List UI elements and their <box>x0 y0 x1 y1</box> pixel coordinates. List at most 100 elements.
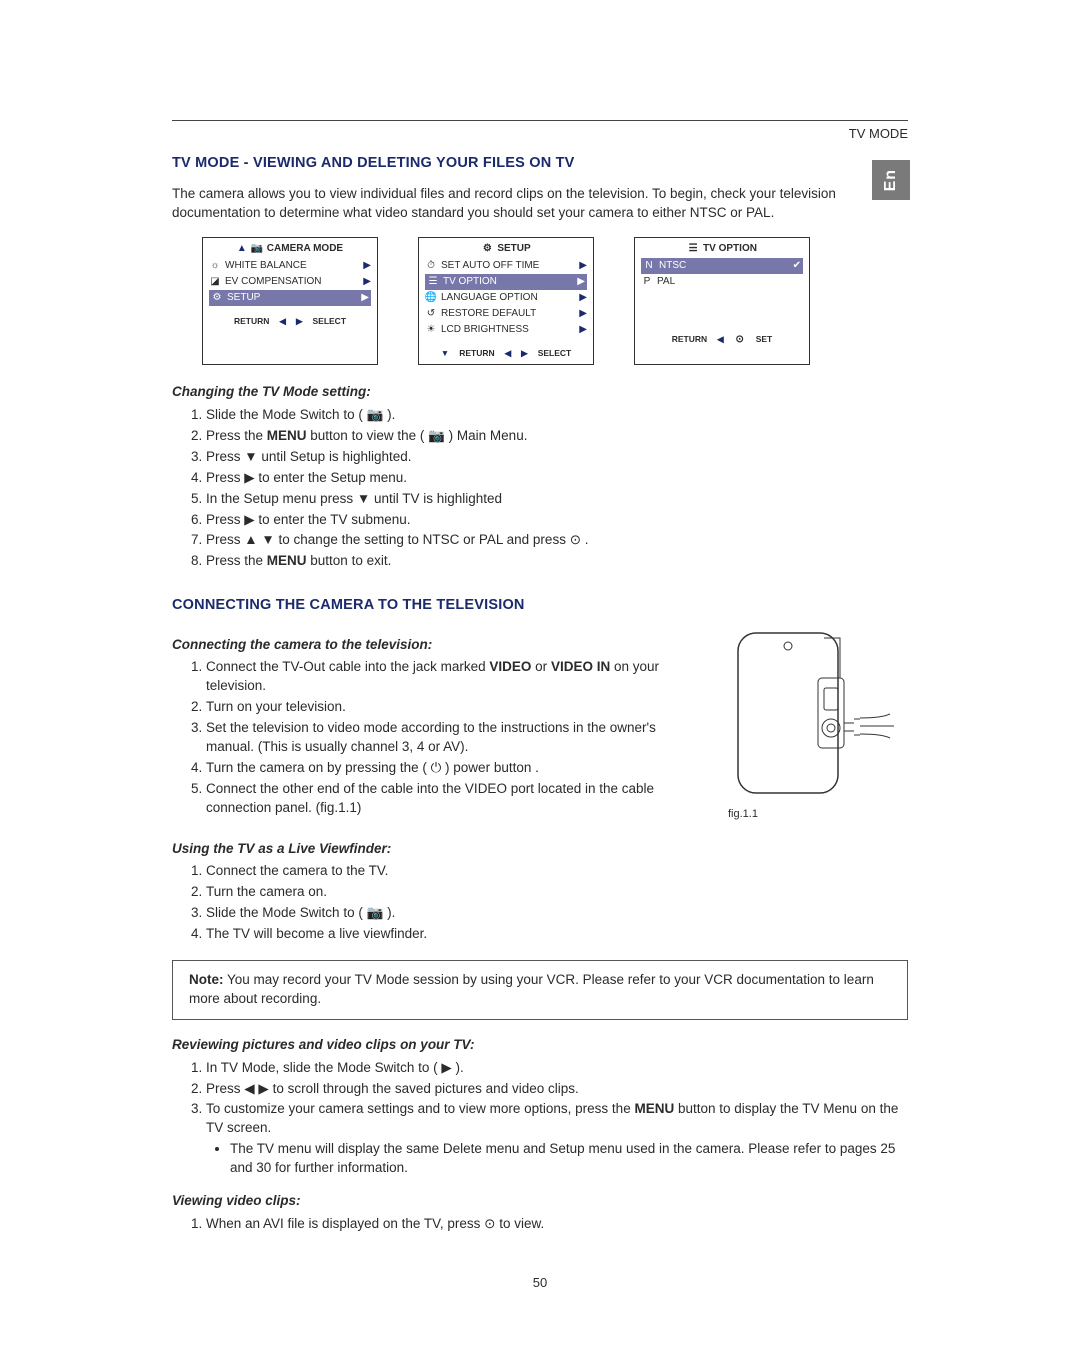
clock-icon: ⏱ <box>425 260 437 272</box>
step: Slide the Mode Switch to ( 📷 ). <box>206 406 908 425</box>
ok-icon: ⊙ <box>734 334 746 346</box>
step: Set the television to video mode accordi… <box>206 719 698 757</box>
change-tv-heading: Changing the TV Mode setting: <box>172 383 908 402</box>
camera-icon: 📷 <box>367 406 384 425</box>
footer-select: SELECT <box>312 316 346 328</box>
step: Turn the camera on by pressing the ( ⏻ )… <box>206 759 698 778</box>
right-arrow-icon: ▶ <box>579 259 587 273</box>
step: In TV Mode, slide the Mode Switch to ( ▶… <box>206 1059 908 1078</box>
step: Connect the TV-Out cable into the jack m… <box>206 658 698 696</box>
step: When an AVI file is displayed on the TV,… <box>206 1215 908 1234</box>
left-arrow-icon: ◀ <box>244 1081 254 1096</box>
footer-return: RETURN <box>234 316 269 328</box>
screen-footer: ▼ RETURN ◀ ▶ SELECT <box>425 348 587 360</box>
screen-camera-mode: ▲ 📷 CAMERA MODE ☼ WHITE BALANCE ▶ ◪ EV COM… <box>202 237 378 365</box>
ntsc-icon: N <box>643 260 655 272</box>
menu-row: 🌐LANGUAGE OPTION ▶ <box>425 290 587 306</box>
down-arrow-icon: ▼ <box>244 449 257 464</box>
note-box: Note: You may record your TV Mode sessio… <box>172 960 908 1020</box>
up-arrow-icon: ▲ <box>244 532 257 547</box>
screen-title: TV OPTION <box>703 242 757 256</box>
pal-icon: P <box>641 276 653 288</box>
note-text: You may record your TV Mode session by u… <box>189 972 874 1006</box>
setup-icon: ⚙ <box>481 243 493 255</box>
left-arrow-icon: ◀ <box>505 348 512 360</box>
menu-label: SET AUTO OFF TIME <box>441 259 539 273</box>
down-arrow-icon: ▼ <box>261 532 274 547</box>
right-arrow-icon: ▶ <box>577 275 585 289</box>
ok-icon: ⊙ <box>484 1216 495 1231</box>
menu-row: ◪ EV COMPENSATION ▶ <box>209 274 371 290</box>
brightness-icon: ☀ <box>425 324 437 336</box>
white-balance-icon: ☼ <box>209 260 221 272</box>
menu-row: ↺RESTORE DEFAULT ▶ <box>425 306 587 322</box>
tv-icon: ☰ <box>427 276 439 288</box>
right-arrow-icon: ▶ <box>363 259 371 273</box>
down-arrow-icon: ▼ <box>357 491 370 506</box>
tv-icon: ☰ <box>687 243 699 255</box>
right-arrow-icon: ▶ <box>579 291 587 305</box>
step: Press ◀ ▶ to scroll through the saved pi… <box>206 1080 908 1099</box>
down-arrow-icon: ▼ <box>441 348 449 360</box>
step: Press ▶ to enter the Setup menu. <box>206 469 908 488</box>
live-viewfinder-heading: Using the TV as a Live Viewfinder: <box>172 840 908 859</box>
menu-label: RESTORE DEFAULT <box>441 307 536 321</box>
power-icon: ⏻ <box>431 760 442 775</box>
page-number: 50 <box>172 1274 908 1292</box>
menu-row: P PAL <box>641 274 803 290</box>
screen-setup: ⚙ SETUP ⏱SET AUTO OFF TIME ▶ ☰TV OPTION … <box>418 237 594 365</box>
menu-label: EV COMPENSATION <box>225 275 322 289</box>
footer-return: RETURN <box>459 348 494 360</box>
step: Turn the camera on. <box>206 883 908 902</box>
screen-title: CAMERA MODE <box>267 242 343 256</box>
play-icon: ▶ <box>441 1060 451 1075</box>
connect-steps: Connect the TV-Out cable into the jack m… <box>172 658 698 817</box>
right-arrow-icon: ▶ <box>363 275 371 289</box>
figure-caption: fig.1.1 <box>728 807 908 822</box>
language-tab: En <box>872 160 910 200</box>
section1-intro: The camera allows you to view individual… <box>172 185 908 223</box>
footer-select: SELECT <box>538 348 572 360</box>
ok-icon: ⊙ <box>570 532 581 547</box>
step: Connect the other end of the cable into … <box>206 780 698 818</box>
review-steps: In TV Mode, slide the Mode Switch to ( ▶… <box>172 1059 908 1178</box>
screen-title: SETUP <box>497 242 530 256</box>
screen-mockups: ▲ 📷 CAMERA MODE ☼ WHITE BALANCE ▶ ◪ EV COM… <box>202 237 908 365</box>
change-tv-steps: Slide the Mode Switch to ( 📷 ). Press th… <box>172 406 908 571</box>
screen-title-row: ☰ TV OPTION <box>641 242 803 256</box>
right-arrow-icon: ▶ <box>258 1081 268 1096</box>
menu-label: PAL <box>657 275 675 289</box>
step: In the Setup menu press ▼ until TV is hi… <box>206 490 908 509</box>
step: Press ▶ to enter the TV submenu. <box>206 511 908 530</box>
footer-return: RETURN <box>672 334 707 346</box>
right-arrow-icon: ▶ <box>296 316 303 328</box>
footer-set: SET <box>756 334 773 346</box>
live-viewfinder-steps: Connect the camera to the TV. Turn the c… <box>172 862 908 944</box>
viewing-heading: Viewing video clips: <box>172 1192 908 1211</box>
camera-port-illustration <box>728 628 898 798</box>
connect-heading: Connecting the camera to the television: <box>172 636 698 655</box>
ev-icon: ◪ <box>209 276 221 288</box>
step: Turn on your television. <box>206 698 698 717</box>
check-icon: ✔ <box>793 259 801 273</box>
menu-label: TV OPTION <box>443 275 497 289</box>
right-arrow-icon: ▶ <box>244 470 254 485</box>
right-arrow-icon: ▶ <box>579 307 587 321</box>
viewing-steps: When an AVI file is displayed on the TV,… <box>172 1215 908 1234</box>
menu-label: SETUP <box>227 291 260 305</box>
right-arrow-icon: ▶ <box>579 323 587 337</box>
menu-row-selected: N NTSC ✔ <box>641 258 803 274</box>
step: Press the MENU button to view the ( 📷 ) … <box>206 427 908 446</box>
menu-label: WHITE BALANCE <box>225 259 307 273</box>
right-arrow-icon: ▶ <box>521 348 528 360</box>
step: The TV will become a live viewfinder. <box>206 925 908 944</box>
menu-row: ☼ WHITE BALANCE ▶ <box>209 258 371 274</box>
camera-icon: 📷 <box>367 904 384 923</box>
menu-label: LCD BRIGHTNESS <box>441 323 529 337</box>
note-label: Note: <box>189 972 224 987</box>
screen-footer: RETURN ◀ ▶ SELECT <box>209 316 371 328</box>
menu-label: NTSC <box>659 259 686 273</box>
camera-icon: 📷 <box>251 243 263 255</box>
step: Slide the Mode Switch to ( 📷 ). <box>206 904 908 923</box>
up-icon: ▲ <box>237 242 247 256</box>
